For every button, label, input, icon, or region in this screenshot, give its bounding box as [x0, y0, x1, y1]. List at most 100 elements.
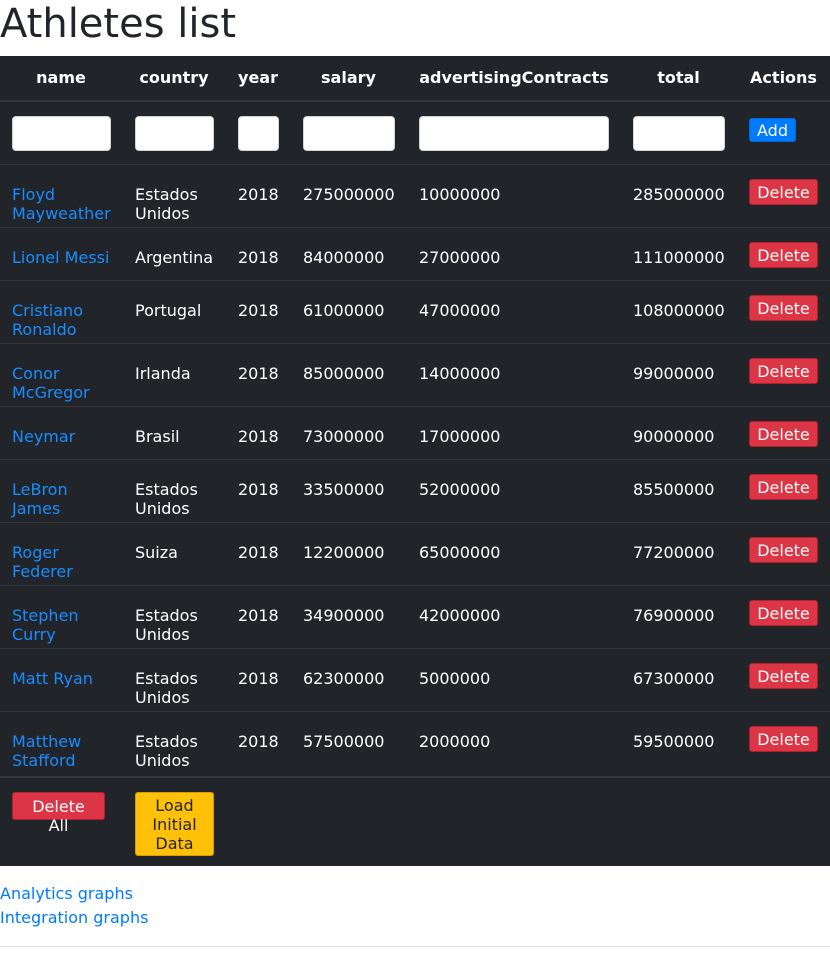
athlete-name-link[interactable]: Cristiano Ronaldo — [12, 301, 112, 339]
athlete-advertising-contracts: 47000000 — [419, 301, 501, 320]
header-country: country — [139, 68, 209, 87]
delete-button[interactable]: Delete — [749, 600, 818, 626]
year-input[interactable] — [238, 116, 279, 151]
table-row: Conor McGregor Irlanda 2018 85000000 1400000… — [0, 343, 830, 407]
table-row: Matt Ryan Estados Unidos 2018 62300000 50000… — [0, 648, 830, 712]
athlete-year: 2018 — [238, 480, 279, 499]
athlete-name-link[interactable]: Matthew Stafford — [12, 732, 112, 770]
athlete-total: 59500000 — [633, 732, 715, 751]
athlete-advertising-contracts: 10000000 — [419, 185, 501, 204]
athlete-advertising-contracts: 14000000 — [419, 364, 501, 383]
header-name: name — [36, 68, 86, 87]
load-initial-data-button[interactable]: Load Initial Data — [135, 792, 214, 856]
athlete-total: 85500000 — [633, 480, 715, 499]
athlete-total: 67300000 — [633, 669, 715, 688]
athlete-total: 90000000 — [633, 427, 715, 446]
athlete-name-link[interactable]: Conor McGregor — [12, 364, 112, 402]
delete-button[interactable]: Delete — [749, 663, 818, 689]
athlete-salary: 33500000 — [303, 480, 385, 499]
athlete-salary: 34900000 — [303, 606, 385, 625]
total-input[interactable] — [633, 116, 725, 151]
athlete-name-link[interactable]: Lionel Messi — [12, 248, 112, 267]
athlete-country: Estados Unidos — [135, 480, 198, 518]
athlete-total: 99000000 — [633, 364, 715, 383]
table-header: name country year salary advertisingCont… — [0, 56, 830, 102]
name-input[interactable] — [12, 116, 111, 151]
delete-button[interactable]: Delete — [749, 242, 818, 268]
athlete-year: 2018 — [238, 732, 279, 751]
delete-button[interactable]: Delete — [749, 179, 818, 205]
table-row: LeBron James Estados Unidos 2018 33500000 52… — [0, 459, 830, 523]
delete-button[interactable]: Delete — [749, 295, 818, 321]
athlete-advertising-contracts: 17000000 — [419, 427, 501, 446]
athlete-salary: 12200000 — [303, 543, 385, 562]
table-row: Lionel Messi Argentina 2018 84000000 2700000… — [0, 227, 830, 281]
header-salary: salary — [321, 68, 376, 87]
page-title: Athletes list — [0, 1, 237, 47]
athlete-total: 108000000 — [633, 301, 725, 320]
athlete-year: 2018 — [238, 427, 279, 446]
athlete-salary: 62300000 — [303, 669, 385, 688]
athlete-salary: 85000000 — [303, 364, 385, 383]
athlete-country: Argentina — [135, 248, 214, 267]
table-row: Cristiano Ronaldo Portugal 2018 61000000 470… — [0, 280, 830, 344]
delete-button[interactable]: Delete — [749, 421, 818, 447]
athlete-total: 77200000 — [633, 543, 715, 562]
athlete-advertising-contracts: 5000000 — [419, 669, 491, 688]
athlete-country: Irlanda — [135, 364, 191, 383]
athlete-year: 2018 — [238, 543, 279, 562]
athlete-salary: 57500000 — [303, 732, 385, 751]
header-year: year — [238, 68, 278, 87]
table-row: Neymar Brasil 2018 73000000 17000000 90000000… — [0, 406, 830, 460]
table-row: Stephen Curry Estados Unidos 2018 34900000 4… — [0, 585, 830, 649]
athlete-salary: 84000000 — [303, 248, 385, 267]
header-total: total — [657, 68, 700, 87]
table-footer: Delete All Load Initial Data — [0, 776, 830, 868]
delete-button[interactable]: Delete — [749, 726, 818, 752]
athlete-advertising-contracts: 2000000 — [419, 732, 491, 751]
athlete-country: Estados Unidos — [135, 606, 198, 644]
athlete-total: 111000000 — [633, 248, 725, 267]
athlete-advertising-contracts: 65000000 — [419, 543, 501, 562]
divider — [0, 946, 830, 947]
athlete-country: Suiza — [135, 543, 178, 562]
athlete-country: Estados Unidos — [135, 669, 198, 707]
athlete-name-link[interactable]: Stephen Curry — [12, 606, 112, 644]
delete-all-button[interactable]: Delete All — [12, 792, 105, 835]
athlete-salary: 73000000 — [303, 427, 385, 446]
delete-button[interactable]: Delete — [749, 537, 818, 563]
athlete-country: Portugal — [135, 301, 202, 320]
athlete-name-link[interactable]: LeBron James — [12, 480, 112, 518]
athlete-advertising-contracts: 27000000 — [419, 248, 501, 267]
athlete-name-link[interactable]: Floyd Mayweather — [12, 185, 112, 223]
table-row: Floyd Mayweather Estados Unidos 2018 275000… — [0, 164, 830, 228]
athlete-country: Estados Unidos — [135, 732, 198, 770]
athlete-advertising-contracts: 52000000 — [419, 480, 501, 499]
athlete-total: 76900000 — [633, 606, 715, 625]
athletes-table: name country year salary advertisingCont… — [0, 56, 830, 866]
delete-button[interactable]: Delete — [749, 358, 818, 384]
athlete-year: 2018 — [238, 248, 279, 267]
athlete-salary: 275000000 — [303, 185, 395, 204]
country-input[interactable] — [135, 116, 214, 151]
table-row: Roger Federer Suiza 2018 12200000 65000000 77… — [0, 522, 830, 586]
advertising-contracts-input[interactable] — [419, 116, 609, 151]
integration-graphs-link[interactable]: Integration graphs — [0, 908, 148, 927]
athlete-name-link[interactable]: Neymar — [12, 427, 112, 446]
salary-input[interactable] — [303, 116, 395, 151]
analytics-graphs-link[interactable]: Analytics graphs — [0, 884, 133, 903]
new-athlete-row: Add — [0, 102, 830, 165]
athlete-total: 285000000 — [633, 185, 725, 204]
athlete-salary: 61000000 — [303, 301, 385, 320]
athlete-year: 2018 — [238, 606, 279, 625]
delete-button[interactable]: Delete — [749, 474, 818, 500]
athlete-advertising-contracts: 42000000 — [419, 606, 501, 625]
add-button[interactable]: Add — [749, 118, 796, 142]
athlete-year: 2018 — [238, 669, 279, 688]
athlete-name-link[interactable]: Matt Ryan — [12, 669, 112, 688]
header-actions: Actions — [750, 68, 817, 87]
athlete-year: 2018 — [238, 301, 279, 320]
table-row: Matthew Stafford Estados Unidos 2018 575000… — [0, 711, 830, 777]
athlete-name-link[interactable]: Roger Federer — [12, 543, 112, 581]
athlete-country: Estados Unidos — [135, 185, 198, 223]
